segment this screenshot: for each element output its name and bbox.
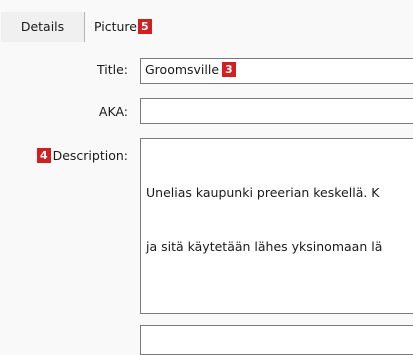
description-field[interactable]: Unelias kaupunki preerian keskellä. K ja… bbox=[140, 138, 413, 314]
aka-label: AKA: bbox=[98, 104, 128, 119]
description-line-2: ja sitä käytetään lähes yksinomaan lä bbox=[146, 239, 383, 254]
description-label: Description: bbox=[52, 148, 128, 163]
tab-details[interactable]: Details bbox=[1, 12, 85, 42]
title-field[interactable]: Groomsville 3 bbox=[140, 58, 413, 84]
tab-details-label: Details bbox=[20, 19, 65, 34]
description-label-wrap: 4 Description: bbox=[36, 148, 128, 164]
tab-strip: Details Picture 5 bbox=[0, 12, 413, 42]
tab-picture-badge: 5 bbox=[138, 19, 152, 34]
description-badge: 4 bbox=[36, 148, 51, 163]
aka-field[interactable] bbox=[140, 98, 413, 124]
title-label: Title: bbox=[97, 62, 128, 77]
tab-picture[interactable]: Picture 5 bbox=[94, 12, 152, 42]
tab-picture-label: Picture bbox=[94, 19, 137, 34]
title-field-value: Groomsville bbox=[145, 62, 220, 77]
title-field-badge: 3 bbox=[222, 62, 236, 77]
aka-field-value bbox=[141, 99, 413, 103]
description-line-1: Unelias kaupunki preerian keskellä. K bbox=[146, 185, 380, 200]
next-field[interactable] bbox=[140, 325, 413, 355]
